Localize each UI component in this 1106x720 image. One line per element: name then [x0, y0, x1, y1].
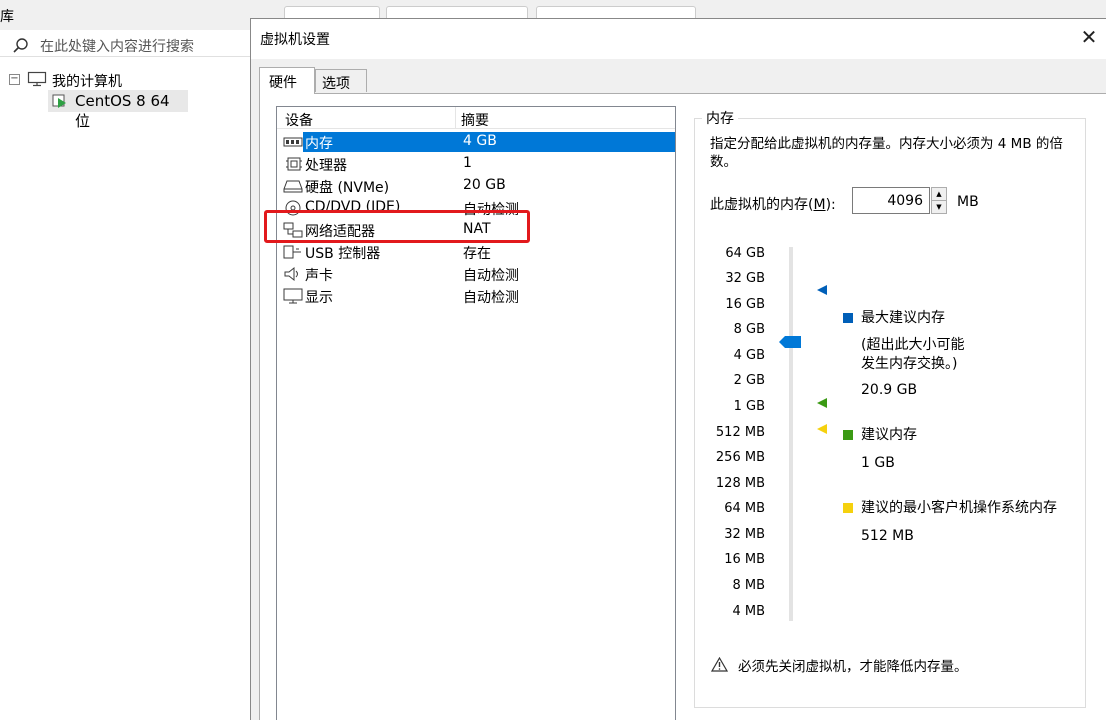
- device-row-memory[interactable]: 内存 4 GB: [277, 131, 675, 153]
- dialog-titlebar: 虚拟机设置 ✕: [251, 19, 1106, 59]
- tree-vm-label: CentOS 8 64 位: [75, 92, 170, 130]
- device-name: 声卡: [305, 268, 333, 284]
- slider-tick: 1 GB: [733, 399, 765, 414]
- device-summary: 自动检测: [463, 268, 519, 284]
- device-name: 处理器: [305, 158, 347, 174]
- legend-swatch-recommended: [843, 430, 853, 440]
- memory-size-input[interactable]: [852, 187, 930, 214]
- memory-slider-track[interactable]: [789, 247, 793, 621]
- device-name: 显示: [305, 290, 333, 306]
- memory-group: 内存 指定分配给此虚拟机的内存量。内存大小必须为 4 MB 的倍数。 此虚拟机的…: [694, 108, 1086, 708]
- tree-item-centos-vm[interactable]: CentOS 8 64 位: [48, 90, 188, 130]
- slider-tick: 4 GB: [733, 348, 765, 363]
- legend-swatch-max: [843, 313, 853, 323]
- device-list-header: 设备 摘要: [277, 107, 675, 129]
- memory-warning-text: 必须先关闭虚拟机，才能降低内存量。: [738, 659, 968, 675]
- usb-icon: [283, 245, 301, 259]
- device-summary: 20 GB: [463, 177, 506, 193]
- spin-up-icon[interactable]: ▲: [931, 187, 947, 201]
- library-panel: 库 × 在此处键入内容进行搜索 − 我的计算机 CentOS 8 64 位: [0, 0, 271, 720]
- device-row-usb-controller[interactable]: USB 控制器 存在: [277, 241, 675, 263]
- slider-tick: 128 MB: [715, 476, 765, 491]
- slider-tick: 512 MB: [715, 425, 765, 440]
- legend-note-max-2: 发生内存交换。): [861, 356, 958, 372]
- slider-tick: 256 MB: [715, 450, 765, 465]
- legend-value-max: 20.9 GB: [861, 382, 918, 398]
- library-title: 库: [0, 9, 14, 25]
- legend-note-max-1: (超出此大小可能: [861, 337, 965, 353]
- memory-field-label-end: ):: [825, 197, 836, 213]
- slider-tick: 8 MB: [732, 578, 765, 593]
- network-adapter-highlight-box: [264, 210, 530, 243]
- memory-field-label: 此虚拟机的内存(M):: [710, 194, 836, 214]
- legend-label-recommended: 建议内存: [861, 427, 917, 443]
- disk-icon: [283, 180, 303, 193]
- device-row-display[interactable]: 显示 自动检测: [277, 285, 675, 307]
- tree-item-my-computer[interactable]: 我的计算机: [52, 71, 122, 91]
- memory-icon: [283, 137, 303, 147]
- legend-value-recommended: 1 GB: [861, 455, 895, 471]
- device-summary: 1: [463, 155, 472, 171]
- device-summary: 存在: [463, 246, 491, 262]
- device-summary: 4 GB: [455, 132, 675, 152]
- slider-tick: 16 GB: [725, 297, 765, 312]
- tab-options[interactable]: 选项: [315, 69, 367, 92]
- search-icon: [13, 38, 28, 53]
- column-header-device[interactable]: 设备: [285, 110, 313, 130]
- slider-tick: 16 MB: [724, 552, 765, 567]
- memory-description: 指定分配给此虚拟机的内存量。内存大小必须为 4 MB 的倍数。: [710, 136, 1063, 170]
- legend-swatch-min-guest: [843, 503, 853, 513]
- device-row-sound-card[interactable]: 声卡 自动检测: [277, 263, 675, 285]
- slider-tick: 64 GB: [725, 246, 765, 261]
- sound-icon: [284, 266, 298, 282]
- slider-tick: 8 GB: [733, 322, 765, 337]
- memory-unit: MB: [957, 194, 979, 210]
- spin-down-icon[interactable]: ▼: [931, 200, 947, 214]
- tab-panel-hardware: 设备 摘要 内存 4 GB 处理器 1 硬盘 (NVMe) 20 GB CD/D…: [259, 93, 1106, 720]
- device-summary: 自动检测: [463, 290, 519, 306]
- legend-label-max: 最大建议内存: [861, 310, 945, 326]
- warning-icon: [711, 657, 728, 672]
- dialog-close-icon[interactable]: ✕: [1077, 25, 1101, 49]
- device-name: USB 控制器: [305, 246, 381, 262]
- memory-field-label-start: 此虚拟机的内存(: [710, 197, 814, 213]
- vm-running-icon: [52, 94, 66, 108]
- memory-field-label-mnemonic: M: [813, 197, 826, 213]
- slider-tick: 32 GB: [725, 271, 765, 286]
- dialog-title: 虚拟机设置: [260, 32, 330, 48]
- slider-tick: 2 GB: [733, 373, 765, 388]
- max-recommended-marker-icon: [817, 285, 827, 295]
- vm-settings-dialog: 虚拟机设置 ✕ 硬件 选项 设备 摘要 内存 4 GB 处理器 1 硬盘 (NV…: [250, 18, 1106, 720]
- display-icon: [283, 288, 303, 304]
- device-row-processor[interactable]: 处理器 1: [277, 153, 675, 175]
- search-placeholder: 在此处键入内容进行搜索: [40, 39, 194, 55]
- device-row-disk[interactable]: 硬盘 (NVMe) 20 GB: [277, 175, 675, 197]
- slider-tick: 4 MB: [732, 604, 765, 619]
- tree-collapse-toggle[interactable]: −: [9, 74, 20, 85]
- tab-hardware[interactable]: 硬件: [259, 67, 315, 94]
- computer-icon: [27, 71, 47, 87]
- background-tab-strip: [260, 0, 1106, 20]
- slider-tick: 32 MB: [724, 527, 765, 542]
- memory-slider-thumb[interactable]: [779, 336, 801, 348]
- column-header-summary[interactable]: 摘要: [461, 110, 489, 130]
- memory-group-title: 内存: [702, 108, 738, 128]
- cpu-icon: [286, 157, 302, 171]
- column-separator[interactable]: [455, 107, 456, 129]
- min-guest-marker-icon: [817, 424, 827, 434]
- library-header: 库: [0, 0, 260, 30]
- library-search-box[interactable]: 在此处键入内容进行搜索: [0, 33, 250, 57]
- legend-label-min-guest: 建议的最小客户机操作系统内存: [861, 500, 1057, 516]
- slider-tick: 64 MB: [724, 501, 765, 516]
- legend-value-min-guest: 512 MB: [861, 528, 914, 544]
- device-name: 内存: [303, 132, 455, 152]
- device-name: 硬盘 (NVMe): [305, 180, 390, 196]
- device-list[interactable]: 设备 摘要 内存 4 GB 处理器 1 硬盘 (NVMe) 20 GB CD/D…: [276, 106, 676, 720]
- recommended-marker-icon: [817, 398, 827, 408]
